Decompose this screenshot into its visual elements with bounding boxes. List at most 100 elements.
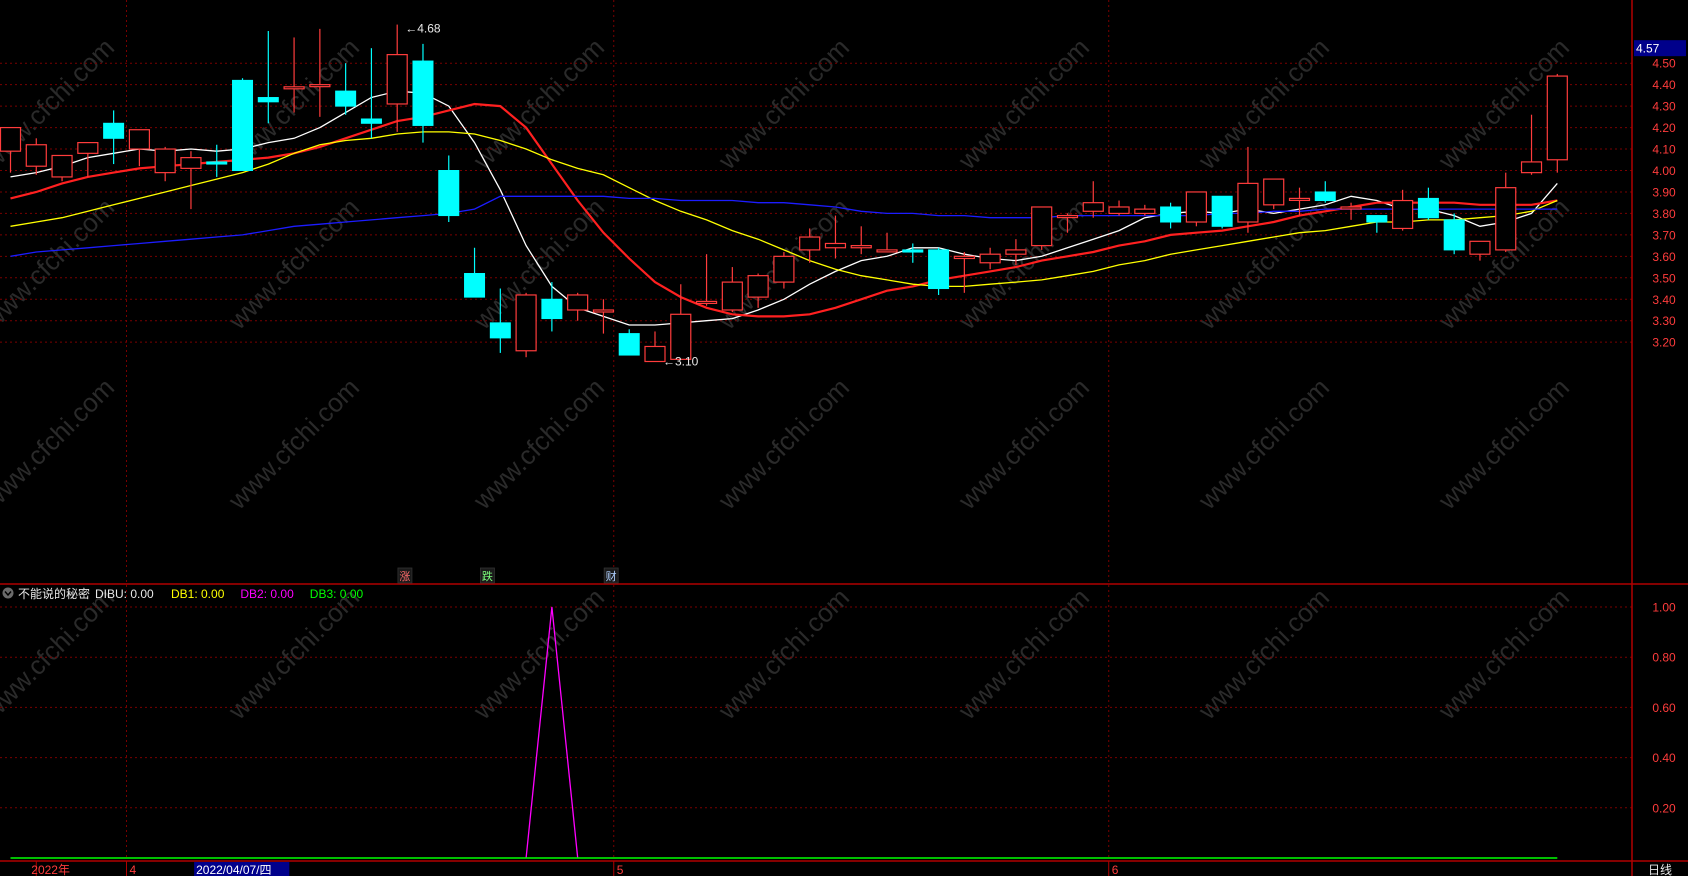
candle-body-down: [103, 122, 125, 139]
candle-body-up: [77, 142, 99, 154]
candle-body-down: [618, 333, 640, 356]
high-price-annotation: ←4.68: [405, 22, 441, 36]
candle-body-up: [1185, 191, 1207, 223]
candle-body-up: [1340, 206, 1362, 210]
candle-body-up: [876, 249, 898, 253]
candle-body-down: [1366, 215, 1388, 223]
candle-body-up: [592, 309, 615, 313]
candle-body-up: [309, 84, 331, 88]
candle-body-up: [25, 144, 47, 167]
candle-body-up: [1031, 206, 1053, 247]
candle-body-up: [1108, 206, 1130, 215]
candle-body-up: [824, 242, 847, 249]
candle-body-up: [1495, 187, 1517, 251]
candle-body-up: [51, 154, 73, 178]
price-tick-label: 3.60: [1652, 250, 1676, 264]
indicator-tick-label: 0.60: [1652, 701, 1676, 715]
event-marker-label: 跌: [482, 569, 493, 583]
candle-body-up: [773, 255, 795, 283]
x-axis-label: 2022年: [31, 863, 70, 876]
candle-body-down: [232, 79, 254, 171]
indicator-legend: 不能说的秘密 DIBU: 0.00 DB1: 0.00 DB2: 0.00 DB3: …: [2, 586, 364, 601]
candle-body-down: [489, 322, 511, 339]
x-axis-label: 5: [617, 863, 624, 876]
indicator-legend-item: DB2: 0.00: [240, 587, 294, 601]
candle-body-down: [335, 90, 357, 107]
candle-body-down: [257, 97, 279, 103]
price-tick-label: 3.30: [1652, 314, 1676, 328]
indicator-legend-item: DIBU: 0.00: [95, 587, 154, 601]
candle-body-up: [283, 86, 305, 90]
candle-body-down: [438, 170, 460, 217]
low-price-annotation: ←3.10: [663, 354, 699, 368]
price-tick-label: 3.70: [1652, 228, 1676, 242]
price-tick-label: 4.10: [1652, 143, 1676, 157]
candle-body-up: [979, 253, 1001, 264]
price-tick-label: 3.40: [1652, 293, 1676, 307]
indicator-legend-item: DB1: 0.00: [171, 587, 225, 601]
candle-body-up: [180, 157, 202, 169]
candle-body-up: [953, 255, 975, 260]
indicator-title: 不能说的秘密: [18, 586, 90, 601]
candle-body-up: [1520, 161, 1543, 174]
candle-body-up: [1469, 240, 1491, 255]
price-tick-label: 3.80: [1652, 207, 1676, 221]
candle-body-down: [464, 273, 486, 298]
candle-body-down: [1211, 195, 1233, 227]
candle-body-down: [541, 298, 563, 320]
indicator-tick-label: 0.40: [1652, 751, 1676, 765]
event-marker-label: 财: [606, 569, 617, 583]
price-tick-label: 4.30: [1652, 100, 1676, 114]
price-tick-label: 4.50: [1652, 57, 1676, 71]
candle-body-up: [721, 281, 743, 311]
candle-body-up: [1082, 202, 1104, 212]
candle-body-up: [695, 300, 718, 305]
candle-body-down: [1443, 219, 1465, 251]
x-axis-cursor-date: 2022/04/07/四: [196, 863, 271, 876]
candle-body-up: [386, 54, 408, 105]
candle-body-down: [206, 161, 228, 165]
candle-body-up: [1288, 197, 1311, 201]
event-marker-label: 涨: [399, 570, 410, 583]
candle-body-down: [928, 249, 950, 290]
candle-body-up: [515, 294, 537, 352]
price-tick-label: 3.50: [1652, 271, 1676, 285]
candle-body-up: [154, 148, 176, 174]
candle-body-up: [1263, 178, 1285, 206]
candle-body-up: [644, 345, 666, 363]
candle-body-up: [850, 245, 872, 249]
candle-body-up: [128, 129, 150, 150]
x-axis-label: 4: [130, 863, 137, 876]
indicator-tick-label: 0.20: [1652, 801, 1676, 815]
stock-chart[interactable]: www.cfchi.com www.cfchi.com www.cfchi.com w…: [0, 0, 1688, 876]
price-tick-label: 4.20: [1652, 121, 1676, 135]
candle-body-up: [747, 275, 769, 298]
price-tick-label: 3.20: [1652, 336, 1676, 350]
candle-body-up: [1134, 208, 1156, 215]
candle-body-up: [1237, 182, 1259, 223]
price-tick-label: 3.90: [1652, 185, 1676, 199]
candle-body-down: [1417, 197, 1439, 219]
candle-body-up: [0, 126, 22, 152]
candle-body-up: [799, 236, 821, 251]
candle-body-down: [412, 60, 434, 126]
candle-body-down: [360, 118, 382, 124]
indicator-tick-label: 1.00: [1652, 601, 1676, 615]
indicator-tick-label: 0.80: [1652, 651, 1676, 665]
candle-body-down: [1314, 191, 1336, 202]
candle-body-up: [670, 313, 692, 360]
candle-body-down: [902, 249, 924, 253]
candle-body-up: [567, 294, 589, 311]
price-tick-label: 4.40: [1652, 78, 1676, 92]
candle-body-up: [1056, 214, 1079, 219]
current-price-value: 4.57: [1636, 42, 1660, 56]
candle-body-up: [1392, 199, 1414, 230]
candle-body-up: [1546, 75, 1568, 161]
period-label[interactable]: 日线: [1648, 863, 1672, 876]
indicator-legend-item: DB3: 0.00: [310, 587, 364, 601]
price-tick-label: 4.00: [1652, 164, 1676, 178]
candle-body-down: [1160, 206, 1182, 223]
collapse-icon[interactable]: [2, 587, 14, 599]
x-axis-label: 6: [1112, 863, 1119, 876]
candle-body-up: [1005, 249, 1027, 255]
